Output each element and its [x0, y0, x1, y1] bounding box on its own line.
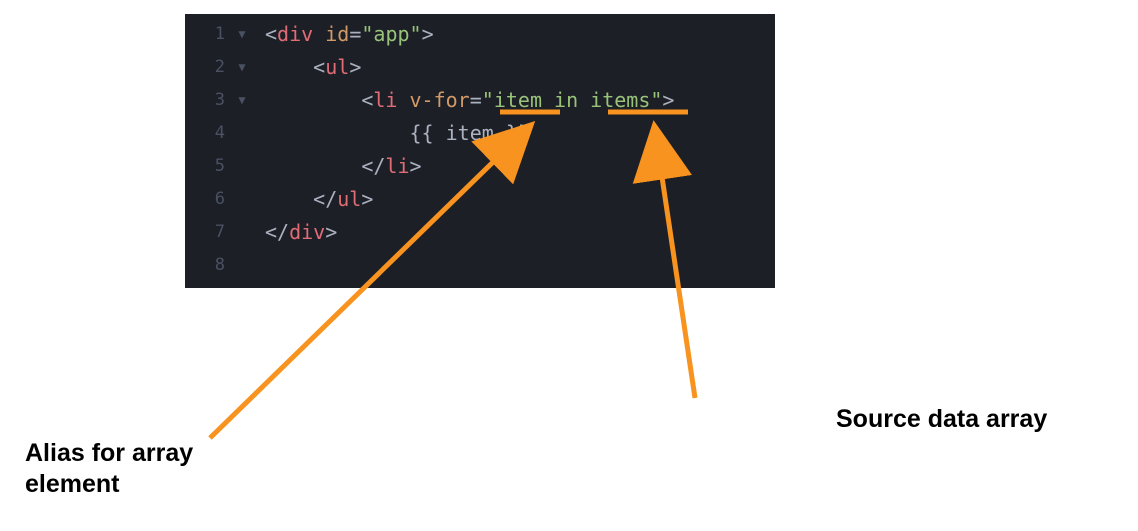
fold-icon: ▼ — [231, 84, 253, 117]
fold-icon: ▼ — [231, 18, 253, 51]
code-line: 2 ▼ <ul> — [185, 51, 775, 84]
line-number: 8 — [185, 249, 231, 282]
code-line: 4 {{ item }} — [185, 117, 775, 150]
code-line: 5 </li> — [185, 150, 775, 183]
line-number: 1 — [185, 18, 231, 51]
line-number: 4 — [185, 117, 231, 150]
code-editor: 1 ▼ <div id="app"> 2 ▼ <ul> 3 ▼ <li v-fo… — [185, 14, 775, 288]
label-source: Source data array — [836, 404, 1116, 435]
line-number: 7 — [185, 216, 231, 249]
label-alias: Alias for array element — [25, 438, 255, 501]
line-number: 6 — [185, 183, 231, 216]
fold-icon: ▼ — [231, 51, 253, 84]
line-number: 5 — [185, 150, 231, 183]
code-content: <li v-for="item in items"> — [253, 84, 674, 117]
code-content: <div id="app"> — [253, 18, 434, 51]
code-content: </ul> — [253, 183, 373, 216]
code-line: 6 </ul> — [185, 183, 775, 216]
code-content: {{ item }} — [253, 117, 530, 150]
code-content: </li> — [253, 150, 422, 183]
code-line: 3 ▼ <li v-for="item in items"> — [185, 84, 775, 117]
code-line: 7 </div> — [185, 216, 775, 249]
code-line: 1 ▼ <div id="app"> — [185, 18, 775, 51]
code-line: 8 — [185, 249, 775, 282]
line-number: 3 — [185, 84, 231, 117]
line-number: 2 — [185, 51, 231, 84]
code-content: <ul> — [253, 51, 361, 84]
code-content: </div> — [253, 216, 337, 249]
